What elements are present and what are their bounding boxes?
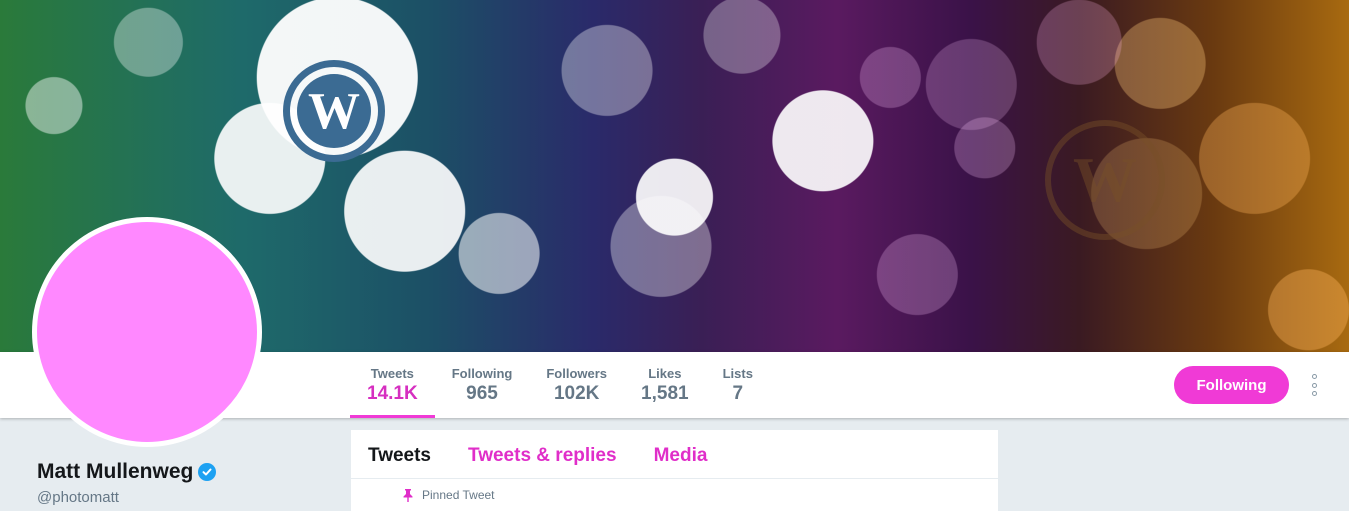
verified-badge-icon [198, 463, 217, 481]
more-vertical-icon[interactable] [1306, 374, 1322, 396]
following-button[interactable]: Following [1174, 366, 1289, 404]
profile-handle[interactable]: @photomatt [37, 489, 119, 506]
profile-page: W W Tweets 14.1K Following 965 Followers… [0, 0, 1349, 511]
profile-stats: Tweets 14.1K Following 965 Followers 102… [350, 352, 770, 418]
wordpress-logo-faded-icon: W [1045, 120, 1165, 240]
more-dot [1311, 382, 1317, 388]
profile-name[interactable]: Matt Mullenweg [37, 460, 217, 484]
wordpress-logo-icon: W [283, 60, 385, 162]
profile-name-text: Matt Mullenweg [37, 460, 194, 483]
stat-followers[interactable]: Followers 102K [529, 352, 624, 418]
stat-label: Followers [546, 366, 608, 381]
tab-tweets-and-replies[interactable]: Tweets & replies [468, 430, 617, 479]
stat-following[interactable]: Following 965 [435, 352, 530, 418]
stat-tweets[interactable]: Tweets 14.1K [350, 352, 435, 418]
stat-lists[interactable]: Lists 7 [706, 352, 770, 418]
stat-value: 1,581 [641, 383, 689, 404]
stat-label: Tweets [370, 366, 414, 381]
stat-value: 7 [732, 383, 744, 404]
stat-likes[interactable]: Likes 1,581 [624, 352, 706, 418]
more-dot [1311, 391, 1317, 396]
pinned-tweet-indicator: Pinned Tweet [403, 488, 495, 502]
timeline: Tweets Tweets & replies Media Pinned Twe… [351, 430, 998, 511]
tab-media[interactable]: Media [654, 430, 708, 479]
more-dot [1311, 374, 1317, 379]
stat-label: Lists [722, 366, 753, 381]
stat-value: 965 [466, 383, 498, 404]
stat-value: 102K [553, 383, 600, 404]
wordpress-logo-glyph: W [297, 74, 371, 148]
pin-icon [403, 488, 413, 502]
pinned-label: Pinned Tweet [422, 488, 495, 502]
checkmark-icon [202, 468, 212, 476]
timeline-tabs: Tweets Tweets & replies Media [351, 430, 998, 479]
stat-label: Likes [648, 366, 682, 381]
stat-label: Following [451, 366, 513, 381]
avatar[interactable] [32, 217, 262, 447]
tab-tweets[interactable]: Tweets [368, 430, 431, 479]
stat-value: 14.1K [367, 383, 418, 404]
